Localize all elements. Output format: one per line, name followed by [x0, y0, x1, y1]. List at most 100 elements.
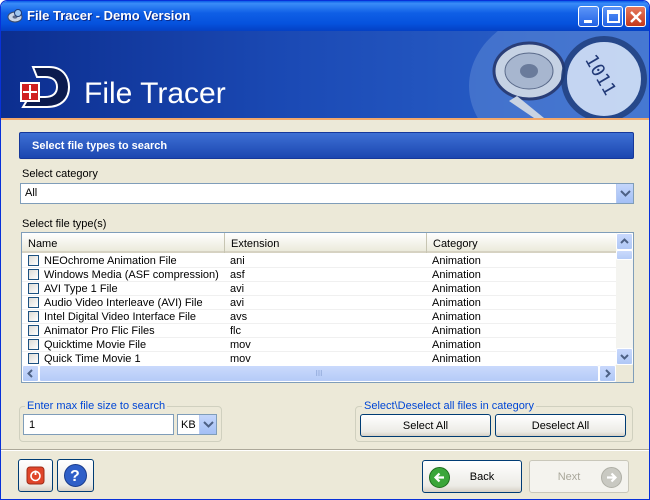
close-button[interactable] [625, 6, 646, 27]
back-button[interactable]: Back [422, 460, 522, 493]
row-checkbox[interactable] [28, 353, 39, 364]
row-category: Animation [432, 339, 481, 351]
filetypes-label: Select file type(s) [22, 218, 107, 230]
maximize-button[interactable] [602, 6, 623, 27]
column-header-name[interactable]: Name [22, 233, 225, 253]
deselect-all-button[interactable]: Deselect All [495, 414, 626, 437]
list-row[interactable]: Quick Time Movie 1 mov Animation [22, 352, 616, 366]
row-checkbox[interactable] [28, 255, 39, 266]
help-icon: ? [64, 464, 87, 487]
row-category: Animation [432, 283, 481, 295]
row-extension: avi [230, 283, 245, 295]
list-row[interactable]: AVI Type 1 File avi Animation [22, 282, 616, 296]
horizontal-scrollbar[interactable]: III [22, 365, 616, 382]
arrow-up-icon [620, 238, 629, 244]
power-button[interactable] [18, 459, 53, 492]
back-label: Back [469, 471, 495, 483]
select-all-label: Select All [402, 420, 449, 432]
row-category: Animation [432, 325, 481, 337]
column-header-extension[interactable]: Extension [225, 233, 427, 253]
row-extension: mov [230, 353, 251, 365]
vertical-scrollbar[interactable] [616, 233, 633, 365]
window-title: File Tracer - Demo Version [27, 8, 191, 23]
scroll-grip: III [315, 369, 323, 378]
section-header: Select file types to search [19, 132, 634, 159]
list-row[interactable]: Animator Pro Flic Files flc Animation [22, 324, 616, 338]
list-row[interactable]: Intel Digital Video Interface File avs A… [22, 310, 616, 324]
scroll-corner [616, 365, 633, 382]
list-rows: NEOchrome Animation File ani Animation W… [22, 254, 616, 366]
row-name: Quick Time Movie 1 [44, 353, 141, 365]
app-banner: File Tracer 1011 [1, 31, 649, 118]
row-extension: mov [230, 339, 251, 351]
app-icon [7, 8, 23, 24]
deselect-all-label: Deselect All [531, 420, 590, 432]
row-extension: avs [230, 311, 248, 323]
list-row[interactable]: Audio Video Interleave (AVI) File avi An… [22, 296, 616, 310]
next-button[interactable]: Next [529, 460, 629, 493]
row-name: Windows Media (ASF compression) [44, 269, 219, 281]
power-icon [26, 466, 45, 485]
app-logo [20, 66, 71, 108]
row-name: NEOchrome Animation File [44, 255, 177, 267]
minimize-icon [584, 20, 592, 23]
scroll-right-button[interactable] [599, 365, 616, 382]
row-extension: avi [230, 297, 245, 309]
app-name: File Tracer [84, 77, 226, 110]
scroll-left-button[interactable] [22, 365, 39, 382]
max-size-group-title: Enter max file size to search [25, 400, 168, 412]
scroll-up-button[interactable] [616, 233, 633, 250]
filetype-list[interactable]: Name Extension Category NEOchrome Animat… [21, 232, 634, 383]
row-checkbox[interactable] [28, 325, 39, 336]
maximize-icon [607, 10, 620, 23]
minimize-button[interactable] [578, 6, 599, 27]
category-label: Select category [22, 168, 98, 180]
title-bar[interactable]: File Tracer - Demo Version [1, 1, 649, 31]
row-name: Intel Digital Video Interface File [44, 311, 197, 323]
chevron-down-icon [203, 421, 214, 428]
size-unit-select[interactable]: KB [177, 414, 217, 435]
svg-text:?: ? [70, 468, 80, 485]
category-select[interactable]: All [20, 183, 634, 204]
row-category: Animation [432, 269, 481, 281]
row-checkbox[interactable] [28, 297, 39, 308]
row-category: Animation [432, 353, 481, 365]
row-checkbox[interactable] [28, 311, 39, 322]
list-row[interactable]: NEOchrome Animation File ani Animation [22, 254, 616, 268]
list-header: Name Extension Category [22, 233, 616, 253]
row-name: Quicktime Movie File [44, 339, 147, 351]
row-name: AVI Type 1 File [44, 283, 118, 295]
list-row[interactable]: Quicktime Movie File mov Animation [22, 338, 616, 352]
max-size-value: 1 [29, 419, 36, 431]
row-extension: flc [230, 325, 241, 337]
row-category: Animation [432, 255, 481, 267]
row-extension: ani [230, 255, 245, 267]
close-icon [630, 11, 642, 23]
section-title: Select file types to search [32, 140, 168, 152]
arrow-down-icon [620, 354, 629, 360]
vertical-scroll-thumb[interactable] [616, 250, 633, 260]
list-row[interactable]: Windows Media (ASF compression) asf Anim… [22, 268, 616, 282]
row-extension: asf [230, 269, 245, 281]
row-checkbox[interactable] [28, 269, 39, 280]
category-dropdown-button[interactable] [616, 184, 633, 203]
select-all-button[interactable]: Select All [360, 414, 491, 437]
max-size-input[interactable]: 1 [23, 414, 174, 435]
row-checkbox[interactable] [28, 283, 39, 294]
row-checkbox[interactable] [28, 339, 39, 350]
row-category: Animation [432, 311, 481, 323]
file-tracer-window: File Tracer - Demo Version File Tracer 1… [0, 0, 650, 500]
row-name: Animator Pro Flic Files [44, 325, 155, 337]
row-name: Audio Video Interleave (AVI) File [44, 297, 203, 309]
chevron-down-icon [620, 190, 631, 197]
column-header-category[interactable]: Category [427, 233, 616, 253]
scroll-down-button[interactable] [616, 348, 633, 365]
disc-magnifier-art: 1011 [469, 31, 649, 118]
horizontal-scroll-thumb[interactable]: III [39, 365, 599, 382]
help-button[interactable]: ? [57, 459, 94, 492]
select-all-group-title: Select\Deselect all files in category [362, 400, 536, 412]
next-arrow-icon [601, 467, 622, 488]
size-unit-dropdown-button[interactable] [199, 415, 216, 434]
banner-divider [1, 118, 649, 120]
row-category: Animation [432, 297, 481, 309]
